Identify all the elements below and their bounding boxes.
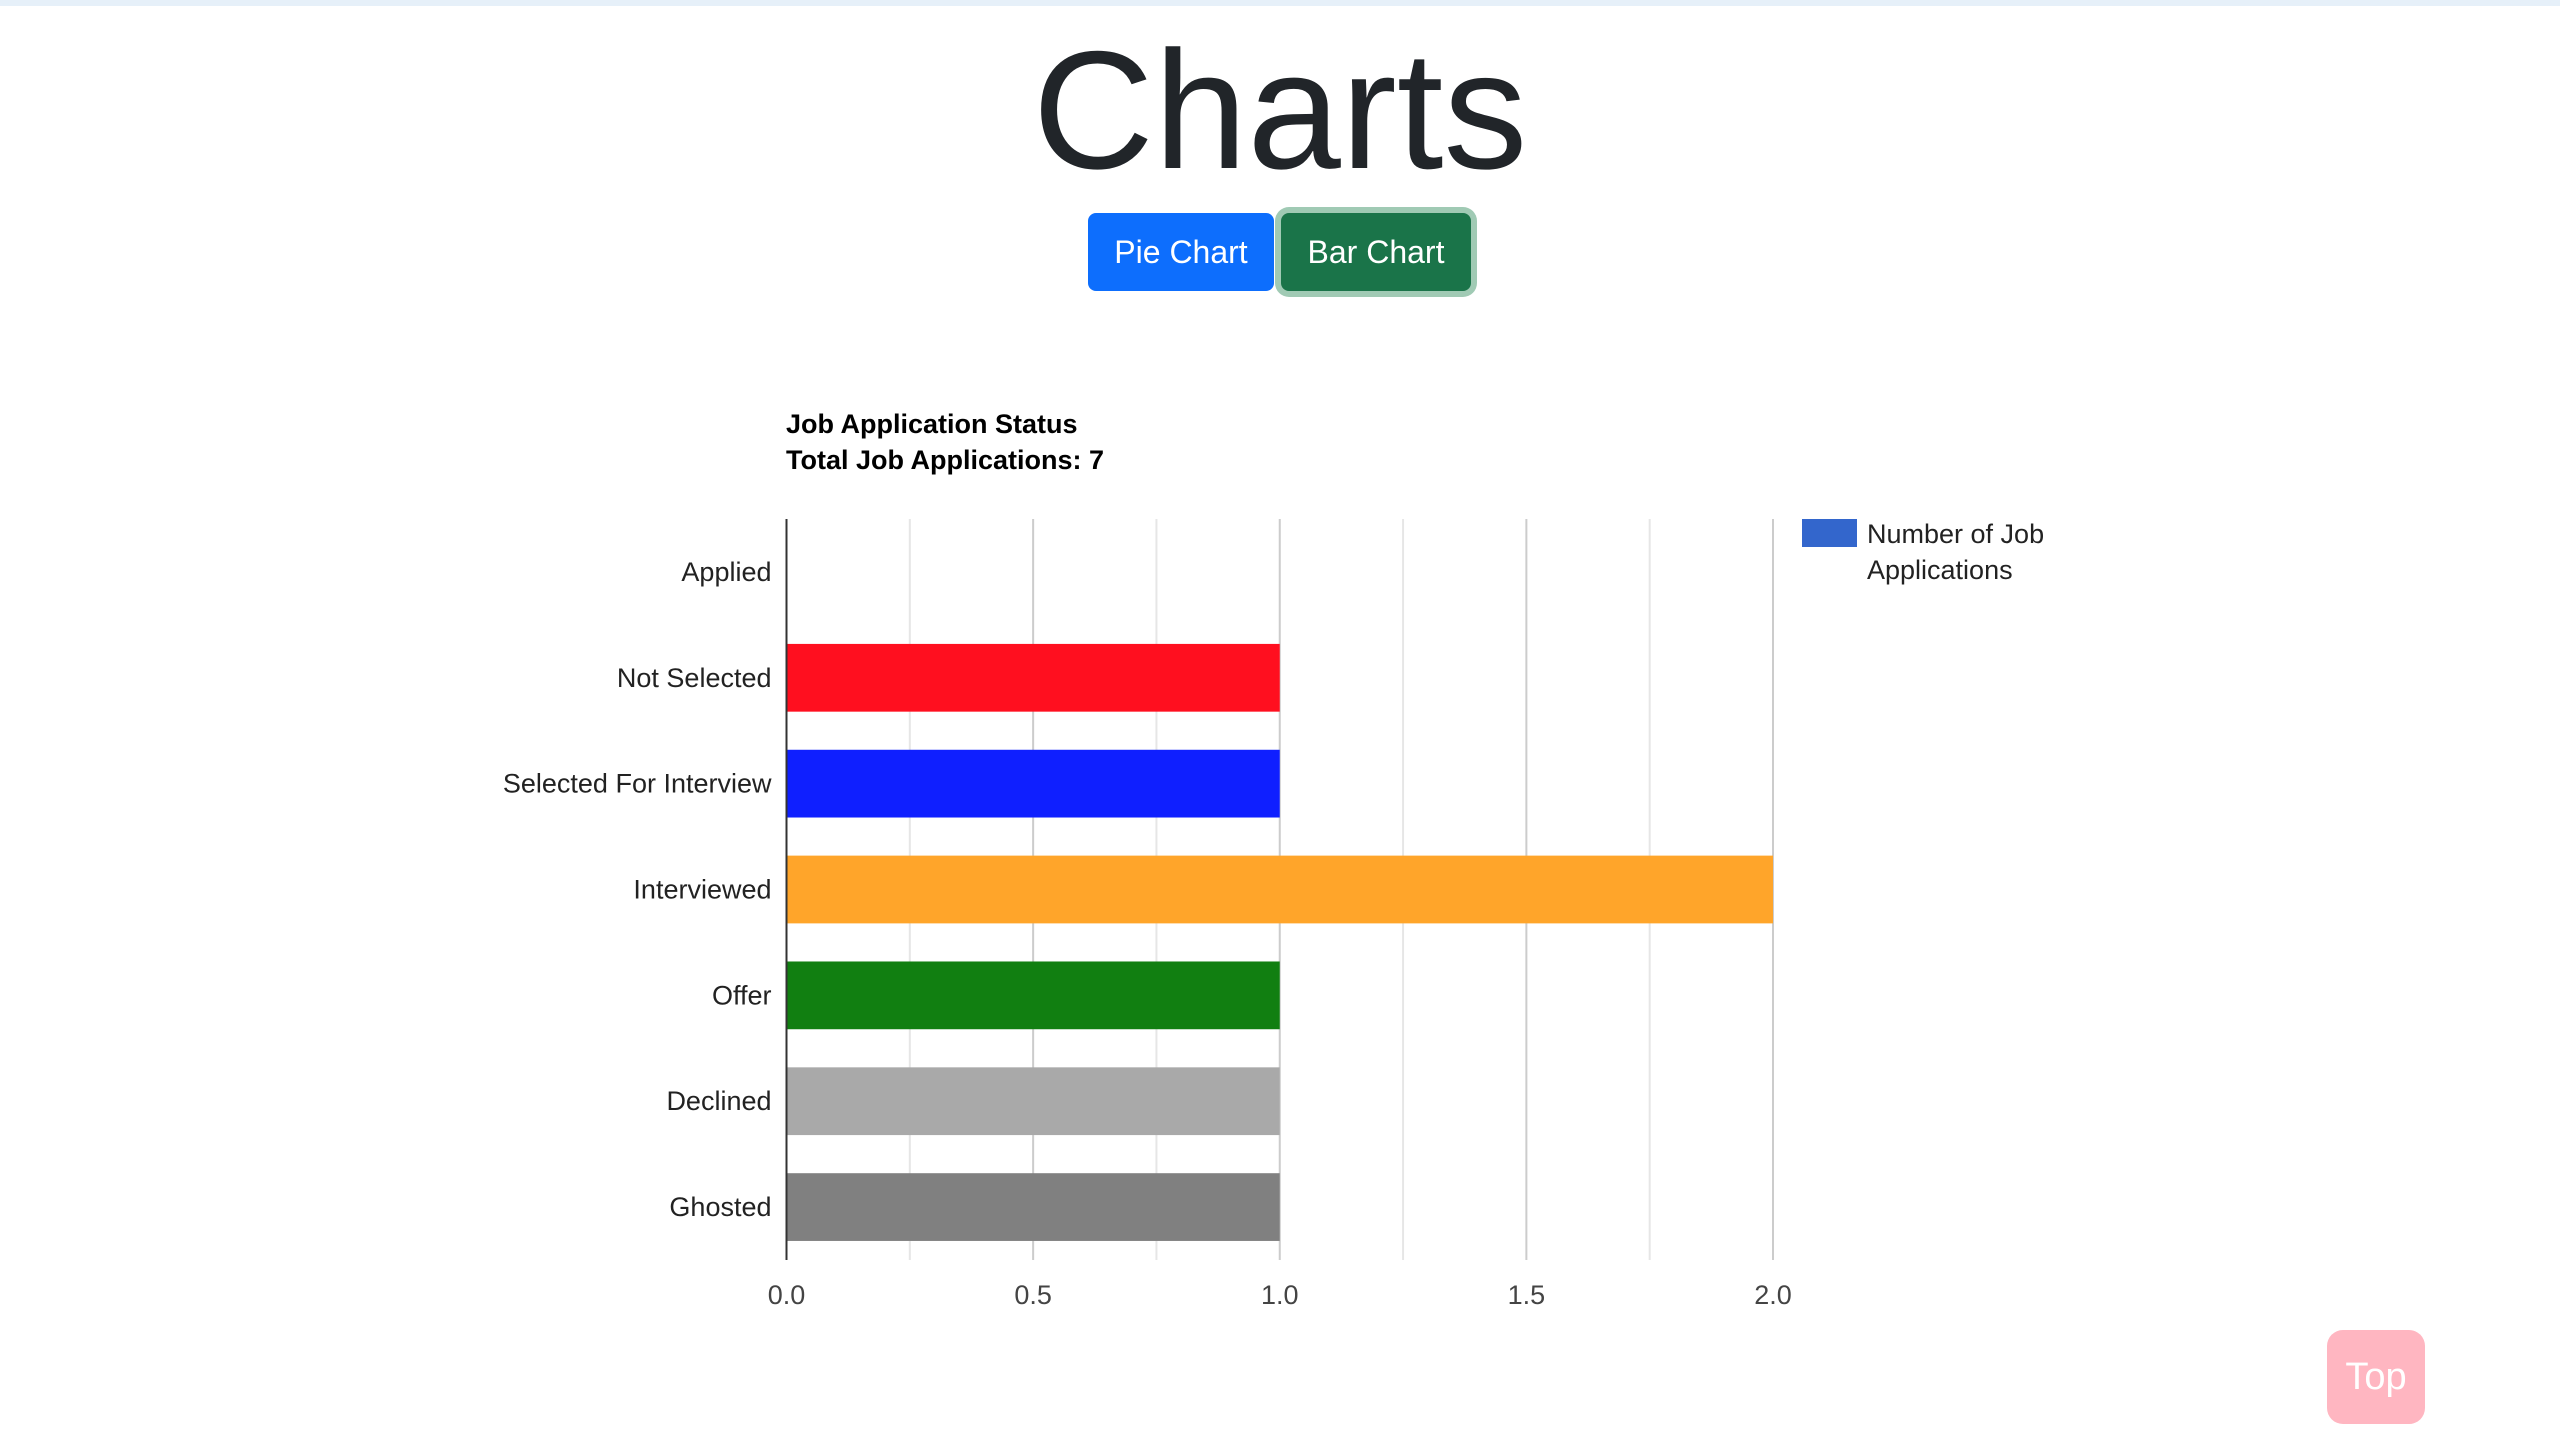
x-tick-label: 0.5 bbox=[1014, 1280, 1052, 1310]
bar-ghosted[interactable] bbox=[786, 1173, 1280, 1241]
bar-selected-for-interview[interactable] bbox=[786, 749, 1280, 818]
x-tick-labels: 0.0 0.5 1.0 1.5 2.0 bbox=[768, 1280, 1792, 1310]
bar-interviewed[interactable] bbox=[786, 855, 1774, 924]
category-label: Selected For Interview bbox=[503, 769, 772, 799]
x-tick-label: 0.0 bbox=[768, 1280, 806, 1310]
category-label: Ghosted bbox=[669, 1192, 771, 1222]
chart-title: Job Application Status bbox=[786, 409, 1078, 439]
bar-offer[interactable] bbox=[786, 961, 1280, 1030]
bar-declined[interactable] bbox=[786, 1067, 1280, 1136]
x-tick-label: 2.0 bbox=[1754, 1280, 1792, 1310]
category-label: Applied bbox=[681, 557, 771, 587]
legend-label: Number of Job Applications bbox=[1867, 519, 2044, 585]
chart-subtitle: Total Job Applications: 7 bbox=[786, 445, 1104, 475]
category-label: Not Selected bbox=[617, 663, 772, 693]
bar-not-selected[interactable] bbox=[786, 643, 1280, 712]
category-label: Declined bbox=[666, 1086, 771, 1116]
legend-swatch bbox=[1802, 519, 1857, 547]
category-labels: Applied Not Selected Selected For Intervie… bbox=[503, 557, 772, 1222]
scroll-to-top-button[interactable]: Top bbox=[2327, 1330, 2425, 1424]
bar-chart: Job Application Status Total Job Applica… bbox=[503, 409, 2044, 1310]
category-label: Offer bbox=[712, 980, 772, 1010]
x-tick-label: 1.0 bbox=[1261, 1280, 1299, 1310]
category-label: Interviewed bbox=[633, 875, 771, 905]
x-tick-label: 1.5 bbox=[1508, 1280, 1546, 1310]
legend: Number of Job Applications bbox=[1802, 519, 2044, 585]
